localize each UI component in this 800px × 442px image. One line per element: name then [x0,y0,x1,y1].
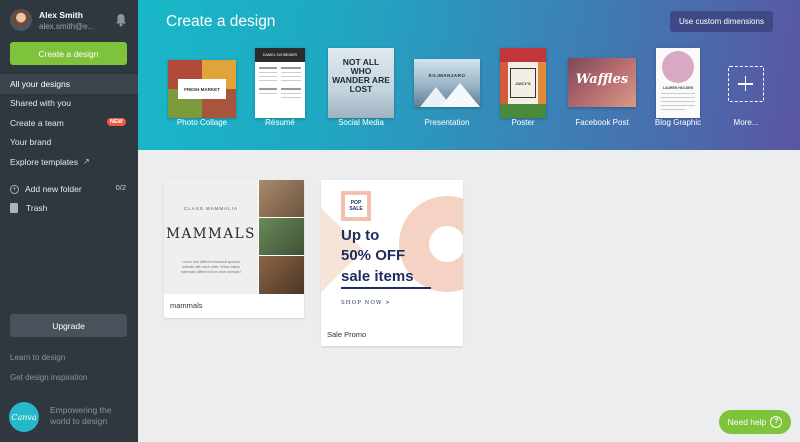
thumb-text: JUICY'S [510,68,536,98]
create-design-header: Create a design Use custom dimensions FR… [138,0,800,150]
plus-icon [728,66,764,102]
need-help-button[interactable]: Need help ? [719,410,791,434]
upgrade-button[interactable]: Upgrade [10,314,127,337]
template-more[interactable]: More... [728,47,764,127]
avatar[interactable] [10,9,32,31]
mammal-photo [259,218,304,255]
template-blog-graphic[interactable]: LAUREN HOLDEN Blog Graphic [655,47,701,127]
create-design-button[interactable]: Create a design [10,42,127,65]
sidebar-item-brand[interactable]: Your brand [0,133,138,153]
user-profile[interactable]: Alex Smith alex.smith@e... [10,8,130,34]
thumb-text: KILIMANJARO [428,73,466,78]
mammals-subtitle: CLASS MAMMALIA [183,206,238,211]
sidebar-item-shared[interactable]: Shared with you [0,94,138,114]
sidebar-item-explore-templates[interactable]: Explore templates ↗ [0,152,138,172]
user-name: Alex Smith [39,10,83,20]
sidebar-item-all-designs[interactable]: All your designs [0,74,145,94]
sidebar-item-label: Shared with you [10,98,71,109]
template-facebook-post[interactable]: Waffles Facebook Post [568,47,636,127]
presentation-thumbnail: KILIMANJARO [414,59,480,107]
custom-dimensions-button[interactable]: Use custom dimensions [670,11,773,32]
design-caption: mammals [170,301,203,310]
template-label: More... [733,118,759,127]
sidebar-item-label: Create a team [10,117,64,128]
thumb-text: NOT ALL WHO WANDER ARE LOST [332,57,390,94]
thumb-text: FRESH MARKET [178,79,226,99]
sidebar-item-label: Your brand [10,137,52,148]
question-icon: ? [770,416,783,428]
facebook-thumbnail: Waffles [568,58,636,107]
trash-icon [10,203,18,213]
sale-line-2: 50% OFF [341,247,406,264]
mammals-title: MAMMALS [166,226,256,242]
bell-icon[interactable] [115,13,127,27]
collage-thumbnail: FRESH MARKET [168,60,236,118]
inspiration-link[interactable]: Get design inspiration [10,373,87,382]
poster-thumbnail: JUICY'S [500,48,546,118]
folder-count: 0/2 [115,183,126,192]
trash-label: Trash [26,203,48,213]
sidebar: Alex Smith alex.smith@e... Create a desi… [0,0,145,442]
social-thumbnail: NOT ALL WHO WANDER ARE LOST [328,48,394,118]
sidebar-item-label: All your designs [10,78,71,89]
blog-thumbnail: LAUREN HOLDEN [656,48,700,118]
add-folder-label: Add new folder [25,184,82,194]
sale-line-3: sale items [341,268,414,285]
template-poster[interactable]: JUICY'S Poster [500,47,546,127]
template-photo-collage[interactable]: FRESH MARKET Photo Collage [168,47,236,127]
canva-logo[interactable]: Canva [9,402,39,432]
learn-link[interactable]: Learn to design [10,353,65,362]
external-link-icon: ↗ [83,157,90,167]
add-folder-icon: + [10,184,19,194]
pop-sale-badge: POP SALE [345,195,367,217]
sale-artwork: POP SALE Up to 50% OFF sale items SHOP N… [321,180,463,321]
sidebar-item-label: Explore templates [10,156,79,167]
thumb-text: Waffles [575,72,629,87]
sale-line-1: Up to [341,227,380,244]
template-presentation[interactable]: KILIMANJARO Presentation [414,47,480,127]
mammal-photo [259,256,304,294]
design-caption: Sale Promo [327,330,367,339]
mammals-text-panel: CLASS MAMMALIA MAMMALS Lorem sed differe… [164,180,258,294]
design-card-mammals[interactable]: CLASS MAMMALIA MAMMALS Lorem sed differe… [164,180,304,318]
mammal-photo [259,180,304,217]
badge-line: SALE [349,206,363,212]
add-folder-button[interactable]: + Add new folder 0/2 [10,182,128,196]
shop-now-text: SHOP NOW > [341,300,391,306]
design-card-sale-promo[interactable]: POP SALE Up to 50% OFF sale items SHOP N… [321,180,463,346]
help-label: Need help [727,417,767,427]
template-social-media[interactable]: NOT ALL WHO WANDER ARE LOST Social Media [328,47,394,127]
page-title: Create a design [166,13,276,30]
user-email: alex.smith@e... [39,22,95,31]
thumb-text: LAUREN HOLDEN [662,86,694,90]
new-badge: NEW [107,118,126,126]
trash-button[interactable]: Trash [10,201,47,215]
sidebar-item-create-team[interactable]: Create a team NEW [0,113,138,133]
resume-thumbnail: DANIEL SCHNEIDER [255,48,305,118]
tagline: Empowering the world to design [50,405,112,426]
mammals-body: Lorem sed different mammal species anima… [180,260,242,274]
template-resume[interactable]: DANIEL SCHNEIDER Résumé [255,47,305,127]
sidebar-nav: All your designs Shared with you Create … [0,74,145,172]
thumb-text: DANIEL SCHNEIDER [255,48,305,62]
